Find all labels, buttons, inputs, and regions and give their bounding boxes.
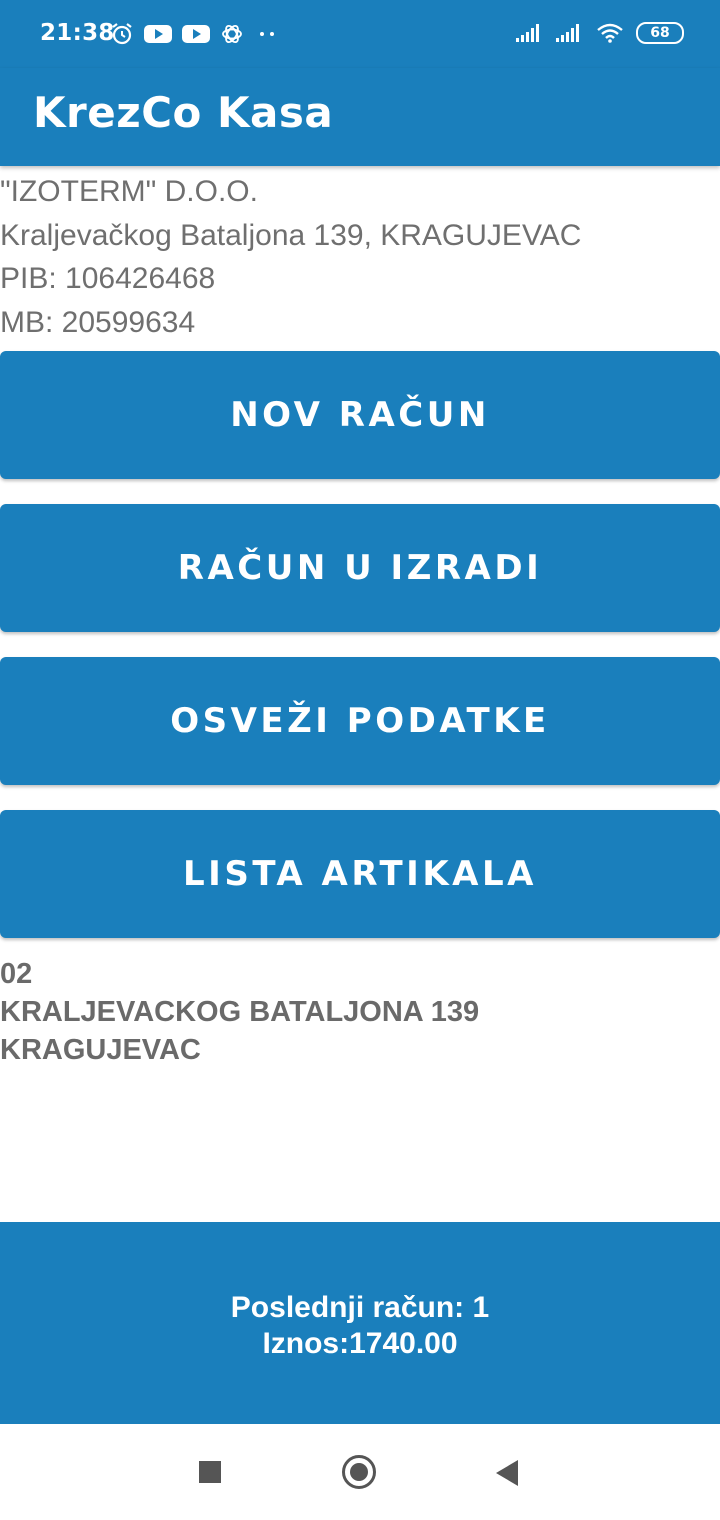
chatgpt-icon bbox=[222, 24, 242, 44]
signal-icon bbox=[516, 24, 539, 42]
company-mb: MB: 20599634 bbox=[0, 305, 196, 339]
refresh-data-button[interactable]: OSVEŽI PODATKE bbox=[0, 657, 720, 785]
signal-icon bbox=[556, 24, 579, 42]
app-bar: KrezCo Kasa bbox=[0, 68, 720, 166]
company-info: "IZOTERM" D.O.O. Kraljevačkog Bataljona … bbox=[0, 170, 581, 344]
receipt-in-progress-button[interactable]: RAČUN U IZRADI bbox=[0, 504, 720, 632]
article-list-button[interactable]: LISTA ARTIKALA bbox=[0, 810, 720, 938]
battery-icon: 68 bbox=[636, 22, 684, 44]
store-city: KRAGUJEVAC bbox=[0, 1034, 201, 1066]
store-info: 02 KRALJEVACKOG BATALJONA 139 KRAGUJEVAC bbox=[0, 955, 479, 1069]
status-bar: 21:38 68 bbox=[0, 0, 720, 68]
battery-level: 68 bbox=[650, 25, 670, 41]
home-icon[interactable] bbox=[342, 1455, 376, 1489]
youtube-icon bbox=[182, 25, 210, 43]
notification-icons bbox=[110, 22, 280, 46]
back-icon[interactable] bbox=[496, 1460, 518, 1486]
last-receipt-number: Poslednji račun: 1 bbox=[230, 1291, 490, 1324]
system-status-icons: 68 bbox=[516, 22, 684, 44]
app-title: KrezCo Kasa bbox=[33, 88, 334, 137]
recents-icon[interactable] bbox=[199, 1461, 221, 1483]
last-receipt-amount: Iznos:1740.00 bbox=[262, 1327, 458, 1360]
alarm-icon bbox=[112, 23, 132, 45]
youtube-icon bbox=[144, 25, 172, 43]
store-address: KRALJEVACKOG BATALJONA 139 bbox=[0, 996, 480, 1028]
more-dots-icon bbox=[260, 32, 274, 36]
last-receipt-footer: Poslednji račun: 1 Iznos:1740.00 bbox=[0, 1222, 720, 1424]
new-receipt-button[interactable]: NOV RAČUN bbox=[0, 351, 720, 479]
navigation-bar bbox=[0, 1424, 720, 1520]
company-pib: PIB: 106426468 bbox=[0, 262, 216, 295]
company-address: Kraljevačkog Bataljona 139, KRAGUJEVAC bbox=[0, 218, 582, 252]
store-code: 02 bbox=[0, 958, 33, 990]
company-name: "IZOTERM" D.O.O. bbox=[0, 175, 258, 208]
wifi-icon bbox=[597, 23, 623, 43]
status-time: 21:38 bbox=[40, 20, 115, 46]
